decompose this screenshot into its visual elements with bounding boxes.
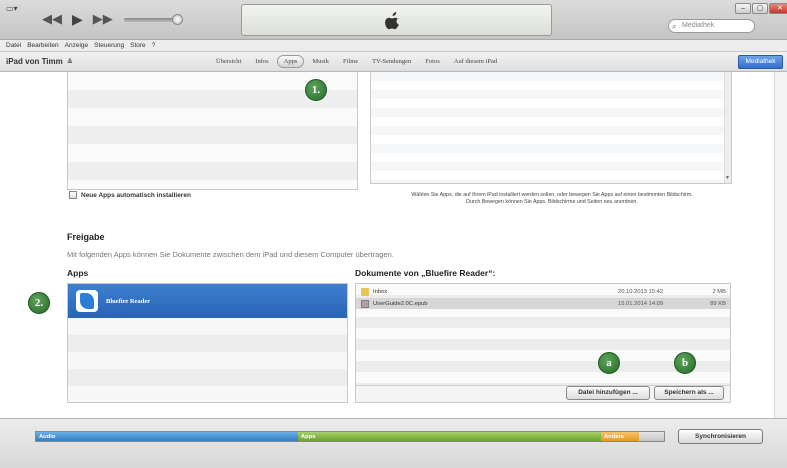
capacity-free [639,432,664,441]
auto-install-option: Neue Apps automatisch installieren [69,191,191,199]
capacity-apps: Apps [298,432,601,441]
table-row[interactable]: UserGuide2.0C.epub 15.01.2014 14:09 89 K… [356,298,730,309]
bluefire-reader-icon [76,290,98,312]
capacity-other: Andere [601,432,639,441]
menu-bearbeiten[interactable]: Bearbeiten [27,42,58,49]
callout-badge-2: 2. [28,292,50,314]
menu-datei[interactable]: Datei [6,42,21,49]
list-item[interactable]: Bluefire Reader [68,284,347,318]
app-name: Bluefire Reader [106,297,151,305]
eject-icon[interactable]: ≙ [67,59,73,66]
window-controls: – ▢ ✕ [735,3,787,14]
screens-hint: Wählen Sie Apps, die auf Ihrem iPad inst… [372,192,732,206]
callout-badge-b: b [674,352,696,374]
main-scrollbar[interactable] [774,72,787,418]
capacity-bar: Audio Apps Andere [35,431,665,442]
tab-tv-sendungen[interactable]: TV-Sendungen [366,56,417,67]
file-icon [361,299,369,308]
maximize-button[interactable]: ▢ [752,3,768,14]
doc-name: Inbox [373,288,388,295]
device-name[interactable]: iPad von Timm ≙ [6,57,73,66]
next-track-icon[interactable]: ▶▶ [93,12,113,26]
doc-size: 2 MB [712,288,726,295]
search-placeholder: Mediathek [682,22,715,29]
doc-date: 20.10.2013 15:42 [618,288,664,295]
sync-button[interactable]: Synchronisieren [678,429,763,444]
save-as-button[interactable]: Speichern als ... [654,386,724,400]
table-row[interactable]: Inbox 20.10.2013 15:42 2 MB [356,286,730,297]
tab-infos[interactable]: Infos [249,56,274,67]
sharing-description: Mit folgenden Apps können Sie Dokumente … [67,250,394,259]
app-menu-icon[interactable]: ▭▾ [6,4,20,14]
capacity-audio: Audio [36,432,298,441]
tab-filme[interactable]: Filme [337,56,364,67]
sharing-title: Freigabe [67,232,105,242]
menu-anzeige[interactable]: Anzeige [65,42,89,49]
title-bar: ▭▾ ◀◀ ▶ ▶▶ ⌕ Mediathek – ▢ ✕ [0,0,787,40]
screens-hint-line1: Wählen Sie Apps, die auf Ihrem iPad inst… [411,192,693,198]
screens-scrollbar[interactable]: ▼ [724,72,731,183]
documents-header: Dokumente von „Bluefire Reader“: [355,268,496,278]
previous-track-icon[interactable]: ◀◀ [42,12,62,26]
scroll-down-icon[interactable]: ▼ [725,175,730,181]
tab-uebersicht[interactable]: Übersicht [210,56,247,67]
device-tabs: Übersicht Infos Apps Musik Filme TV-Send… [210,55,503,68]
menu-bar: Datei Bearbeiten Anzeige Steuerung Store… [0,40,787,52]
tab-musik[interactable]: Musik [306,56,335,67]
library-button[interactable]: Mediathek [738,55,783,69]
auto-install-checkbox[interactable] [69,191,77,199]
minimize-button[interactable]: – [735,3,751,14]
tab-auf-diesem-ipad[interactable]: Auf diesem iPad [448,56,503,67]
auto-install-label: Neue Apps automatisch installieren [81,191,191,199]
search-icon: ⌕ [672,22,677,31]
add-file-button[interactable]: Datei hinzufügen ... [566,386,650,400]
transport-controls: ◀◀ ▶ ▶▶ [42,12,113,27]
sharing-apps-list: Bluefire Reader [67,283,348,403]
doc-name: UserGuide2.0C.epub [373,300,428,307]
device-name-label: iPad von Timm [6,57,63,66]
doc-date: 15.01.2014 14:09 [618,300,664,307]
apple-logo-icon [385,12,399,30]
menu-help[interactable]: ? [152,42,156,49]
callout-badge-1: 1. [305,79,327,101]
sharing-apps-header: Apps [67,268,89,278]
menu-steuerung[interactable]: Steuerung [94,42,124,49]
doc-size: 89 KB [710,300,726,307]
menu-store[interactable]: Store [130,42,146,49]
device-tab-bar: iPad von Timm ≙ Übersicht Infos Apps Mus… [0,52,787,72]
search-input[interactable]: ⌕ Mediathek [668,19,755,33]
home-screens-list[interactable]: ▼ [370,72,732,184]
play-icon[interactable]: ▶ [72,12,83,26]
volume-knob[interactable] [172,14,183,25]
tab-fotos[interactable]: Fotos [419,56,445,67]
close-button[interactable]: ✕ [769,3,787,14]
screens-hint-line2: Durch Bewegen können Sie Apps, Bildschir… [466,199,638,205]
folder-icon [361,287,369,296]
tab-apps[interactable]: Apps [276,55,305,68]
callout-badge-a: a [598,352,620,374]
bottom-bar [0,418,787,468]
